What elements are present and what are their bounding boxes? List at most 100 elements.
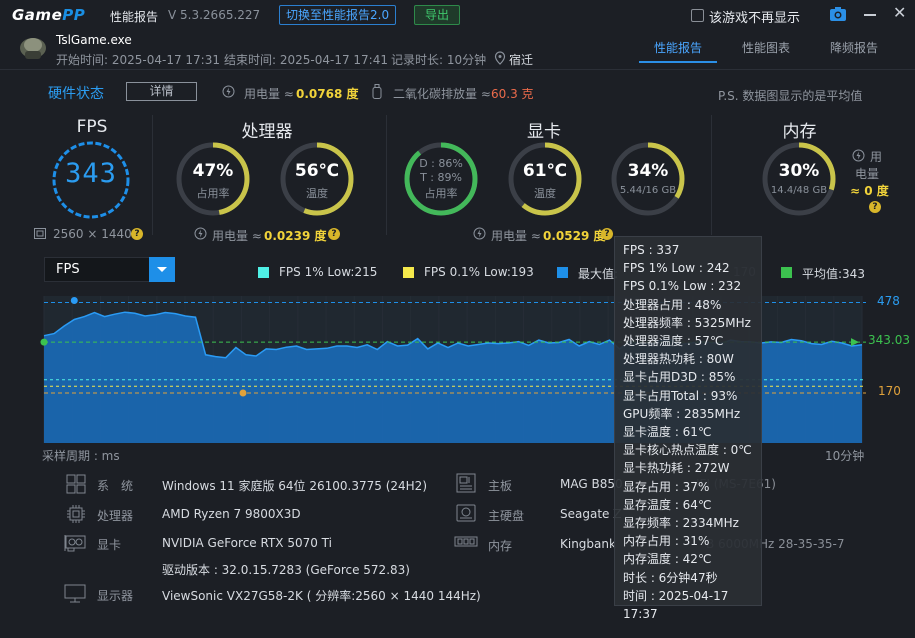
cpu-chip-icon <box>66 504 86 527</box>
game-name: TslGame.exe <box>56 33 132 47</box>
cpu-power-label: 用电量 ≈ <box>212 229 262 243</box>
vram-sub: 5.44/16 GB <box>619 185 677 196</box>
tooltip-line: FPS : 337 <box>623 243 680 257</box>
card-separator <box>152 115 153 235</box>
metric-select[interactable]: FPS <box>44 257 175 282</box>
title-bar: GamePP 性能报告 V 5.3.2665.227 切换至性能报告2.0 导出… <box>0 0 915 30</box>
cpu-usage-label: 占用率 <box>196 187 230 200</box>
max-marker <box>70 296 78 304</box>
gpu-help-icon[interactable]: ? <box>601 228 613 240</box>
memory-sub: 14.4/48 GB <box>770 185 828 196</box>
end-time: 结束时间: 2025-04-17 17:41 <box>224 53 388 67</box>
minimize-icon[interactable] <box>864 14 876 16</box>
no-show-checkbox[interactable] <box>691 9 704 22</box>
tooltip-line: FPS 0.1% Low : 232 <box>623 279 742 294</box>
tooltip-line: 处理器频率 : 5325MHz <box>623 315 751 330</box>
disk-label: 主硬盘 <box>488 509 525 523</box>
fps-area-chart[interactable] <box>0 288 915 448</box>
co2-label: 二氧化碳排放量 ≈ <box>393 87 491 101</box>
ref-label-avg: 343.03 <box>868 333 910 347</box>
tooltip-line: 内存温度 : 42℃ <box>623 552 712 567</box>
gamepp-performance-report-window: GamePP 性能报告 V 5.3.2665.227 切换至性能报告2.0 导出… <box>0 0 915 638</box>
export-button[interactable]: 导出 <box>414 5 461 25</box>
legend-label-01pct: FPS 0.1% Low:193 <box>424 265 534 279</box>
duration: 记录时长: 10分钟 <box>391 53 487 67</box>
tooltip-line: 显存占用 : 37% <box>623 479 710 494</box>
driver-value: 驱动版本 : 32.0.15.7283 (GeForce 572.83) <box>162 563 410 577</box>
tooltip-line: 时间 : 2025-04-17 17:37 <box>623 588 729 622</box>
tooltip-line: 显卡占用Total : 93% <box>623 388 738 403</box>
tab-throttle-report[interactable]: 降频报告 <box>815 33 893 63</box>
hardware-status-title: 硬件状态 <box>48 86 104 102</box>
tooltip-line: 显存温度 : 64℃ <box>623 497 712 512</box>
ref-label-max: 478 <box>877 294 900 308</box>
metric-select-value: FPS <box>56 262 80 277</box>
section-title: 性能报告 <box>110 10 159 24</box>
memory-module-value: Kingbank <box>560 537 616 551</box>
x-axis-right-label: 10分钟 <box>825 449 865 463</box>
x-axis-left-label: 采样周期 : ms <box>42 449 120 463</box>
gpu-label: 显卡 <box>97 538 122 552</box>
fps-help-icon[interactable]: ? <box>131 228 143 240</box>
gpu-power-value: 0.0529 度 <box>543 229 606 243</box>
version-label: V 5.3.2665.227 <box>168 8 261 22</box>
legend-swatch-1pct <box>258 267 269 278</box>
total-power-label: 用电量 ≈ <box>244 87 294 101</box>
power-icon <box>222 85 235 101</box>
memory-value: 30% <box>778 161 820 181</box>
memory-help-icon[interactable]: ? <box>869 201 881 213</box>
memory-power-label-2: 电量 <box>855 167 880 181</box>
tooltip-line: 显存频率 : 2334MHz <box>623 516 739 531</box>
co2-bottle-icon <box>372 84 382 102</box>
total-power-value: 0.0768 度 <box>296 87 359 101</box>
avg-marker <box>40 338 48 346</box>
detail-button[interactable]: 详情 <box>126 82 197 101</box>
gpu-card-icon <box>64 534 86 555</box>
board-label: 主板 <box>488 479 513 493</box>
co2-value: 60.3 克 <box>491 87 534 101</box>
location-label: 宿迁 <box>509 53 534 67</box>
tab-performance-chart[interactable]: 性能图表 <box>727 33 805 63</box>
os-value: Windows 11 家庭版 64位 26100.3775 (24H2) <box>162 479 427 493</box>
gpu-value: NVIDIA GeForce RTX 5070 Ti <box>162 536 332 550</box>
monitor-icon <box>64 584 86 607</box>
chevron-down-icon[interactable] <box>149 257 175 282</box>
tooltip-line: 处理器温度 : 57℃ <box>623 334 724 349</box>
no-show-label: 该游戏不再显示 <box>709 11 801 26</box>
tab-performance-report[interactable]: 性能报告 <box>639 33 717 63</box>
gpu-card-title: 显卡 <box>527 122 561 142</box>
legend-label-max: 最大值: <box>578 267 619 281</box>
tooltip-line: 显卡热功耗 : 272W <box>623 461 730 476</box>
motherboard-icon <box>456 473 476 496</box>
cpu-card-title: 处理器 <box>241 122 293 142</box>
legend-label-avg: 平均值:343 <box>802 267 865 281</box>
gpu-total-usage: T : 89% <box>420 171 462 184</box>
close-icon[interactable]: ✕ <box>893 5 906 21</box>
cpu-help-icon[interactable]: ? <box>328 228 340 240</box>
legend-label-1pct: FPS 1% Low:215 <box>279 265 378 279</box>
monitor-small-icon <box>34 228 46 242</box>
cpu-temp-label: 温度 <box>306 187 328 200</box>
gpu-power-icon <box>473 227 486 243</box>
legend-swatch-01pct <box>403 267 414 278</box>
tooltip-line: 显卡温度 : 61℃ <box>623 425 712 440</box>
card-separator <box>386 115 387 235</box>
windows-icon <box>66 474 86 497</box>
tooltip-line: 内存占用 : 31% <box>623 534 710 549</box>
fps-card-title: FPS <box>76 117 108 137</box>
tooltip-lines: FPS : 337 FPS 1% Low : 242 FPS 0.1% Low : … <box>623 241 753 623</box>
memory-card-title: 内存 <box>782 122 817 142</box>
legend-swatch-max <box>557 267 568 278</box>
switch-report-button[interactable]: 切换至性能报告2.0 <box>279 5 397 25</box>
disk-value: Seagate Z <box>560 507 622 521</box>
vram-value: 34% <box>627 161 669 181</box>
chart-note: P.S. 数据图显示的是平均值 <box>718 89 863 103</box>
cpu-label: 处理器 <box>97 509 134 523</box>
cpu-temp-value: 56℃ <box>294 161 340 181</box>
memory-stick-icon <box>454 534 478 553</box>
camera-icon[interactable] <box>829 6 847 25</box>
cpu-value: AMD Ryzen 7 9800X3D <box>162 507 301 521</box>
tooltip-line: 处理器占用 : 48% <box>623 297 722 312</box>
tooltip-line: 显卡核心热点温度 : 0℃ <box>623 443 752 458</box>
cpu-usage-value: 47% <box>192 161 234 181</box>
